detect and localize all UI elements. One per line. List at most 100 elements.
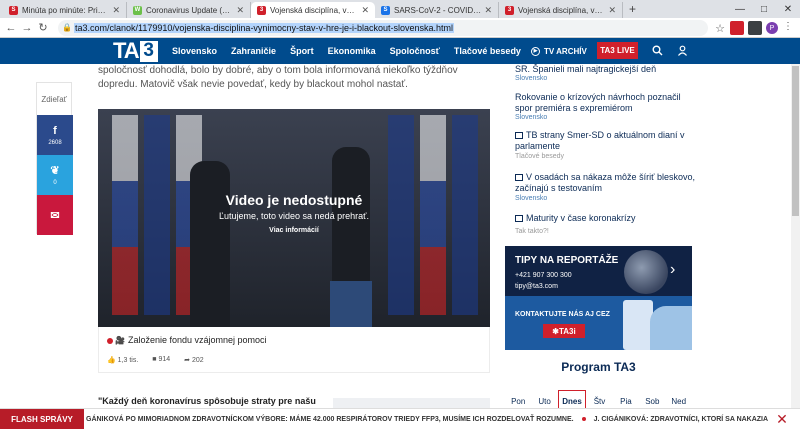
separator-dot (581, 417, 586, 421)
extension-icon[interactable] (748, 21, 762, 35)
browser-tab-bar: SMinúta po minúte: Pribudlo 37 p✕WCorona… (0, 0, 800, 18)
back-icon[interactable]: ← (3, 20, 19, 36)
like-icon: 👍 (107, 357, 116, 364)
maximize-icon[interactable]: □ (752, 0, 776, 18)
news-category[interactable]: Slovensko (515, 114, 547, 121)
podium (330, 281, 372, 327)
new-tab-button[interactable]: + (623, 2, 642, 18)
ta3-live-button[interactable]: TA3 LIVE (597, 42, 638, 59)
facebook-share-button[interactable]: f 2608 (37, 115, 73, 155)
close-window-icon[interactable]: ✕ (776, 0, 800, 18)
chevron-right-icon: › (670, 261, 676, 278)
browser-tab[interactable]: S SARS-CoV-2 - COVID-19 - koron✕ (375, 2, 499, 18)
ta3i-promo-banner[interactable]: KONTAKTUJTE NÁS AJ CEZ ✱TA3i (505, 296, 692, 350)
sidebar-news-item[interactable]: V osadách sa nákaza môže šíriť bleskovo,… (515, 172, 695, 194)
close-tab-icon[interactable]: ✕ (112, 5, 120, 16)
news-title: TB strany Smer-SD o aktuálnom dianí v pa… (515, 130, 685, 151)
favicon: W (133, 5, 142, 15)
phone-image (623, 300, 653, 350)
film-icon: 🎥 (115, 336, 125, 345)
close-tab-icon[interactable]: ✕ (236, 5, 244, 16)
video-player[interactable]: Video je nedostupné Ľutujeme, toto video… (98, 109, 490, 327)
flash-news-ticker[interactable]: GÁNIKOVÁ PO MIMORIADNOM ZDRAVOTNÍCKOM VÝ… (86, 409, 770, 429)
menu-item[interactable]: Tlačové besedy (454, 46, 521, 56)
extension-icon[interactable] (730, 21, 744, 35)
address-bar-row: ← → ↻ 🔒 ta3.com/clanok/1179910/vojenska-… (0, 18, 800, 38)
person-silhouette (190, 161, 230, 327)
email-share-button[interactable]: ✉ (37, 195, 73, 235)
profile-avatar[interactable]: P (766, 22, 778, 34)
search-icon[interactable] (650, 43, 664, 57)
browser-menu-icon[interactable]: ⋮ (782, 21, 794, 35)
close-tab-icon[interactable]: ✕ (484, 5, 492, 16)
sidebar-news-item[interactable]: TB strany Smer-SD o aktuálnom dianí v pa… (515, 130, 695, 152)
tab-label: Vojenská disciplína, výnimočný st (518, 5, 605, 15)
news-title: Rokovanie o krízových návrhoch poznačil … (515, 92, 681, 113)
news-category[interactable]: Tak takto?! (515, 228, 549, 235)
minimize-icon[interactable]: — (728, 0, 752, 18)
scrollbar-thumb[interactable] (792, 66, 799, 216)
news-category[interactable]: Tlačové besedy (515, 153, 564, 160)
ta3i-badge: ✱TA3i (543, 324, 585, 338)
promo-email: tipy@ta3.com (515, 283, 558, 290)
close-icon[interactable]: ✕ (774, 411, 790, 427)
browser-tab[interactable]: 3 Vojenská disciplína, výnimočný st✕ (499, 2, 623, 18)
promo-title: KONTAKTUJTE NÁS AJ CEZ (515, 311, 610, 318)
favicon: 3 (505, 5, 514, 15)
twitter-share-button[interactable]: ❦ 0 (37, 155, 73, 195)
news-title: V osadách sa nákaza môže šíriť bleskovo,… (515, 172, 695, 193)
news-title: Maturity v čase koronakrízy (526, 213, 636, 223)
video-caption[interactable]: 🎥 Založenie fondu vzájomnej pomoci (107, 335, 267, 345)
microphone-image (624, 250, 668, 294)
tab-label: SARS-CoV-2 - COVID-19 - koron (394, 5, 482, 15)
browser-tab[interactable]: 3 Vojenská disciplína, výnimočný st✕ (251, 2, 375, 18)
flash-news-item[interactable]: GÁNIKOVÁ PO MIMORIADNOM ZDRAVOTNÍCKOM VÝ… (86, 416, 574, 423)
menu-item[interactable]: Zahraničie (231, 46, 276, 56)
article-paragraph: spoločnosť dohodlá, bolo by dobré, aby o… (98, 65, 458, 90)
play-icon: ▶ (531, 46, 540, 56)
promo-title: TIPY NA REPORTÁŽE (515, 255, 619, 266)
tab-label: Vojenská disciplína, výnimočný st (270, 5, 358, 15)
program-title: Program TA3 (561, 360, 636, 374)
news-category[interactable]: Slovensko (515, 75, 547, 82)
reload-icon[interactable]: ↻ (35, 20, 51, 36)
flash-news-item[interactable]: J. CIGÁNIKOVÁ: ZDRAVOTNÍCI, KTORÍ SA NAK… (594, 416, 770, 423)
user-icon[interactable] (675, 43, 689, 57)
video-stats: 👍 1,3 tis. ■ 914 ➦ 202 (107, 356, 204, 364)
video-unavailable-title: Video je nedostupné (225, 192, 363, 208)
comment-icon: ■ (152, 356, 157, 363)
flash-news-bar: FLASH SPRÁVY GÁNIKOVÁ PO MIMORIADNOM ZDR… (0, 408, 800, 429)
bookmark-star-icon[interactable]: ☆ (712, 20, 728, 36)
favicon: 3 (257, 5, 266, 15)
sidebar-news-item[interactable]: SR. Španieli mali najtragickejší deň (515, 64, 695, 75)
browser-tab[interactable]: W Coronavirus Update (Live): 925,0✕ (127, 2, 251, 18)
sidebar-news-item[interactable]: Maturity v čase koronakrízy (515, 213, 695, 224)
browser-tab[interactable]: S Minúta po minúte: Pribudlo 37 p✕ (3, 2, 127, 18)
page-scrollbar[interactable] (791, 64, 800, 408)
favicon: S (381, 5, 390, 15)
tv-archive-link[interactable]: ▶ TV ARCHÍV (531, 38, 587, 64)
share-widget: Zdieľať f 2608 ❦ 0 ✉ (36, 82, 73, 235)
more-info-link[interactable]: Viac informácií (98, 227, 490, 234)
sidebar-news-item[interactable]: Rokovanie o krízových návrhoch poznačil … (515, 92, 695, 114)
url-field[interactable]: 🔒 ta3.com/clanok/1179910/vojenska-discip… (58, 20, 708, 36)
news-category[interactable]: Slovensko (515, 195, 547, 202)
video-unavailable-message: Ľutujeme, toto video sa nedá prehrať. (219, 211, 369, 221)
url-text: ta3.com/clanok/1179910/vojenska-discipli… (74, 23, 454, 33)
forward-icon[interactable]: → (19, 20, 35, 36)
ta3-logo[interactable]: TA 3 (113, 38, 158, 64)
envelope-icon: ✉ (50, 209, 60, 222)
news-title: SR. Španieli mali najtragickejší deň (515, 64, 657, 74)
menu-item[interactable]: Šport (290, 46, 314, 56)
twitter-icon: ❦ (50, 165, 60, 177)
menu-item[interactable]: Ekonomika (328, 46, 376, 56)
flash-news-label: FLASH SPRÁVY (0, 409, 84, 429)
tips-promo-banner[interactable]: TIPY NA REPORTÁŽE +421 907 300 300 tipy@… (505, 246, 692, 296)
close-tab-icon[interactable]: ✕ (608, 5, 616, 16)
menu-item[interactable]: Spoločnosť (390, 46, 440, 56)
menu-item[interactable]: Slovensko (172, 46, 217, 56)
hand-image (650, 306, 692, 350)
video-caption-card: 🎥 Založenie fondu vzájomnej pomoci 👍 1,3 … (98, 327, 490, 373)
tab-label: Minúta po minúte: Pribudlo 37 p (22, 5, 109, 15)
close-tab-icon[interactable]: ✕ (361, 5, 369, 16)
